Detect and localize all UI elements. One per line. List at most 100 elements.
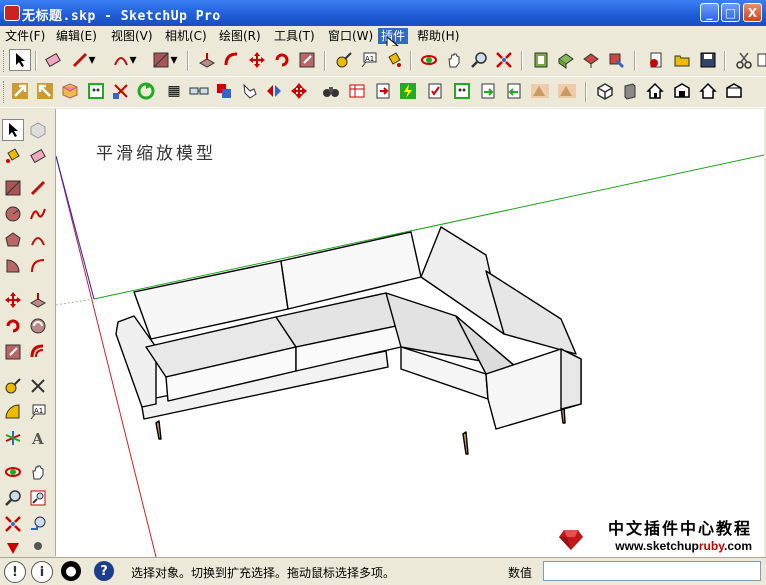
plugin-export-icon[interactable]	[477, 80, 499, 102]
line-tool-icon[interactable]	[27, 177, 49, 199]
zoom-tool-icon[interactable]	[468, 49, 490, 71]
orbit-tool-icon[interactable]	[2, 461, 24, 483]
plugin-material-icon[interactable]	[529, 80, 551, 102]
plugin-clipboard-icon[interactable]	[424, 80, 446, 102]
plugin-arrow-icon[interactable]	[34, 80, 56, 102]
zoom-extents-icon[interactable]	[493, 49, 515, 71]
cut-scissors-icon[interactable]	[733, 49, 755, 71]
back-view-icon[interactable]	[697, 80, 719, 102]
close-button[interactable]: X	[743, 3, 762, 22]
scene-canvas[interactable]	[56, 109, 764, 557]
plugin-scissors-icon[interactable]	[110, 80, 132, 102]
sketchup-app-icon[interactable]	[4, 5, 20, 21]
3d-text-icon[interactable]: A	[27, 427, 49, 449]
menu-tools[interactable]: 工具(T)	[271, 28, 318, 44]
plugin-door-icon[interactable]	[372, 80, 394, 102]
plugin-binoculars-icon[interactable]	[320, 80, 342, 102]
circle-tool-icon[interactable]	[2, 203, 24, 225]
scale-tool-icon[interactable]	[2, 341, 24, 363]
dropdown-arrow-icon[interactable]: ▾	[168, 49, 180, 71]
offset-tool-icon[interactable]	[27, 341, 49, 363]
walk-tool-icon[interactable]	[27, 541, 49, 556]
plugin-face-icon[interactable]	[451, 80, 473, 102]
plugin-grid-icon[interactable]: ▦	[163, 80, 185, 102]
paint-bucket-icon[interactable]	[2, 145, 24, 167]
plugin-face-icon[interactable]	[85, 80, 107, 102]
follow-me-icon[interactable]	[221, 49, 243, 71]
plugin-import-icon[interactable]	[503, 80, 525, 102]
plugin-hand-icon[interactable]	[238, 80, 260, 102]
drawing-viewport[interactable]: 平滑缩放模型 中文插件中心教程 www.sketchupruby.com	[56, 109, 764, 557]
plugin-box-icon[interactable]	[59, 80, 81, 102]
iso-view-icon[interactable]	[594, 80, 616, 102]
menu-file[interactable]: 文件(F)	[2, 28, 48, 44]
move-tool-icon[interactable]	[246, 49, 268, 71]
help-question-icon[interactable]: ?	[94, 561, 114, 581]
top-view-icon[interactable]	[619, 80, 641, 102]
measurements-input[interactable]	[543, 561, 761, 581]
right-view-icon[interactable]	[671, 80, 693, 102]
pan-hand-icon[interactable]	[443, 49, 465, 71]
menu-view[interactable]: 视图(V)	[108, 28, 156, 44]
plugin-glasses-icon[interactable]	[188, 80, 210, 102]
previous-view-icon[interactable]	[27, 513, 49, 535]
pie-tool-icon[interactable]	[2, 255, 24, 277]
plugin-layers-icon[interactable]	[213, 80, 235, 102]
menu-edit[interactable]: 编辑(E)	[53, 28, 100, 44]
plugin-recycle-icon[interactable]	[135, 80, 157, 102]
minimize-button[interactable]: _	[700, 3, 719, 22]
polygon-tool-icon[interactable]	[2, 229, 24, 251]
zoom-tool-icon[interactable]	[2, 487, 24, 509]
pan-hand-icon[interactable]	[27, 461, 49, 483]
menu-window[interactable]: 窗口(W)	[325, 28, 376, 44]
components-icon[interactable]	[530, 49, 552, 71]
select-tool-icon[interactable]	[9, 49, 31, 71]
share-model-icon[interactable]	[580, 49, 602, 71]
menu-draw[interactable]: 绘图(R)	[216, 28, 264, 44]
plugin-bolt-icon[interactable]	[397, 80, 419, 102]
menu-help[interactable]: 帮助(H)	[414, 28, 462, 44]
protractor-icon[interactable]	[2, 401, 24, 423]
select-tool-icon[interactable]	[2, 119, 24, 141]
freehand-tool-icon[interactable]	[27, 203, 49, 225]
arc-tool-icon[interactable]	[27, 229, 49, 251]
rotate-tool-icon[interactable]	[271, 49, 293, 71]
arc-3pt-tool-icon[interactable]	[27, 255, 49, 277]
dropdown-arrow-icon[interactable]: ▾	[86, 49, 98, 71]
plugin-arrow-icon[interactable]	[9, 80, 31, 102]
geo-location-icon[interactable]: !	[4, 561, 26, 583]
position-camera-icon[interactable]	[2, 541, 24, 556]
push-pull-icon[interactable]	[196, 49, 218, 71]
menu-camera[interactable]: 相机(C)	[162, 28, 210, 44]
eraser-tool-icon[interactable]	[27, 145, 49, 167]
new-file-icon[interactable]	[645, 49, 667, 71]
save-disk-icon[interactable]	[697, 49, 719, 71]
follow-me-icon[interactable]	[27, 315, 49, 337]
zoom-extents-icon[interactable]	[2, 513, 24, 535]
front-view-icon[interactable]	[644, 80, 666, 102]
maximize-button[interactable]: □	[721, 3, 740, 22]
dropdown-arrow-icon[interactable]: ▾	[127, 49, 139, 71]
orbit-tool-icon[interactable]	[418, 49, 440, 71]
zoom-window-icon[interactable]	[27, 487, 49, 509]
scale-tool-icon[interactable]	[296, 49, 318, 71]
tape-measure-icon[interactable]	[2, 375, 24, 397]
copy-icon[interactable]	[756, 49, 766, 71]
axes-tool-icon[interactable]	[27, 375, 49, 397]
axes-icon[interactable]	[2, 427, 24, 449]
paint-bucket-icon[interactable]	[383, 49, 405, 71]
rectangle-tool-icon[interactable]	[2, 177, 24, 199]
left-view-icon[interactable]	[723, 80, 745, 102]
user-account-icon[interactable]: ●	[61, 561, 81, 581]
make-component-icon[interactable]	[27, 119, 49, 141]
text-tool-icon[interactable]: A1	[27, 401, 49, 423]
plugin-flip-icon[interactable]	[263, 80, 285, 102]
push-pull-icon[interactable]	[27, 289, 49, 311]
plugin-move-icon[interactable]	[288, 80, 310, 102]
eraser-tool-icon[interactable]	[42, 49, 64, 71]
plugin-material-icon[interactable]	[556, 80, 578, 102]
share-component-icon[interactable]	[605, 49, 627, 71]
get-models-icon[interactable]	[555, 49, 577, 71]
tape-measure-icon[interactable]	[333, 49, 355, 71]
dimension-text-icon[interactable]: A1	[358, 49, 380, 71]
